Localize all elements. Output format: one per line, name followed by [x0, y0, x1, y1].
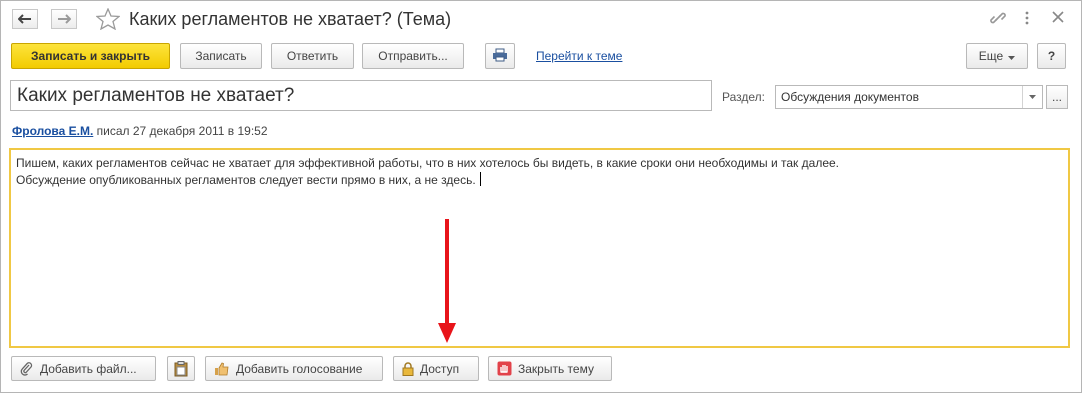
- section-label: Раздел:: [722, 90, 765, 104]
- close-icon[interactable]: [1051, 10, 1065, 27]
- paste-button[interactable]: [167, 356, 195, 381]
- help-button[interactable]: ?: [1037, 43, 1066, 69]
- message-line: Пишем, каких регламентов сейчас не хвата…: [16, 156, 840, 170]
- subject-input[interactable]: Каких регламентов не хватает?: [10, 80, 712, 111]
- thumbs-up-icon: [214, 362, 230, 376]
- text-cursor: [479, 172, 481, 186]
- clipboard-icon: [174, 360, 188, 377]
- access-label: Доступ: [420, 361, 460, 376]
- add-vote-label: Добавить голосование: [236, 361, 363, 376]
- message-line: Обсуждение опубликованных регламентов сл…: [16, 173, 476, 187]
- vertical-dots-icon[interactable]: [1024, 10, 1030, 29]
- paperclip-icon: [20, 361, 34, 376]
- section-choose-button[interactable]: ...: [1046, 85, 1068, 109]
- message-textarea[interactable]: Пишем, каких регламентов сейчас не хвата…: [9, 148, 1070, 348]
- reply-button[interactable]: Ответить: [271, 43, 354, 69]
- add-vote-button[interactable]: Добавить голосование: [205, 356, 383, 381]
- form-window: Каких регламентов не хватает? (Тема) Зап…: [0, 0, 1082, 393]
- save-and-close-button[interactable]: Записать и закрыть: [11, 43, 170, 69]
- window-title: Каких регламентов не хватает? (Тема): [129, 9, 452, 29]
- stop-hand-icon: [497, 361, 512, 376]
- send-button[interactable]: Отправить...: [362, 43, 464, 69]
- post-meta: Фролова Е.М. писал 27 декабря 2011 в 19:…: [12, 124, 268, 138]
- goto-topic-link[interactable]: Перейти к теме: [536, 49, 622, 63]
- lock-icon: [402, 361, 414, 376]
- posted-text: писал 27 декабря 2011 в 19:52: [96, 124, 268, 138]
- save-button[interactable]: Записать: [180, 43, 262, 69]
- red-arrow-annotation: [438, 219, 456, 343]
- chevron-down-icon: [1008, 49, 1016, 63]
- close-topic-button[interactable]: Закрыть тему: [488, 356, 612, 381]
- print-button[interactable]: [485, 43, 515, 69]
- star-icon[interactable]: [95, 7, 121, 33]
- forward-button[interactable]: [51, 9, 77, 29]
- printer-icon: [492, 48, 508, 65]
- chain-link-icon[interactable]: [990, 10, 1006, 29]
- back-button[interactable]: [12, 9, 38, 29]
- arrow-right-icon: [57, 14, 71, 24]
- message-line-last: Обсуждение опубликованных регламентов сл…: [16, 172, 1063, 189]
- author-link[interactable]: Фролова Е.М.: [12, 124, 93, 138]
- more-label: Еще: [978, 49, 1004, 63]
- close-topic-label: Закрыть тему: [518, 361, 594, 376]
- arrow-left-icon: [18, 14, 32, 24]
- more-button[interactable]: Еще: [966, 43, 1028, 69]
- chevron-down-icon[interactable]: [1022, 86, 1042, 108]
- section-value: Обсуждения документов: [781, 90, 919, 104]
- access-button[interactable]: Доступ: [393, 356, 479, 381]
- section-select[interactable]: Обсуждения документов: [775, 85, 1043, 109]
- add-file-button[interactable]: Добавить файл...: [11, 356, 156, 381]
- add-file-label: Добавить файл...: [40, 361, 137, 376]
